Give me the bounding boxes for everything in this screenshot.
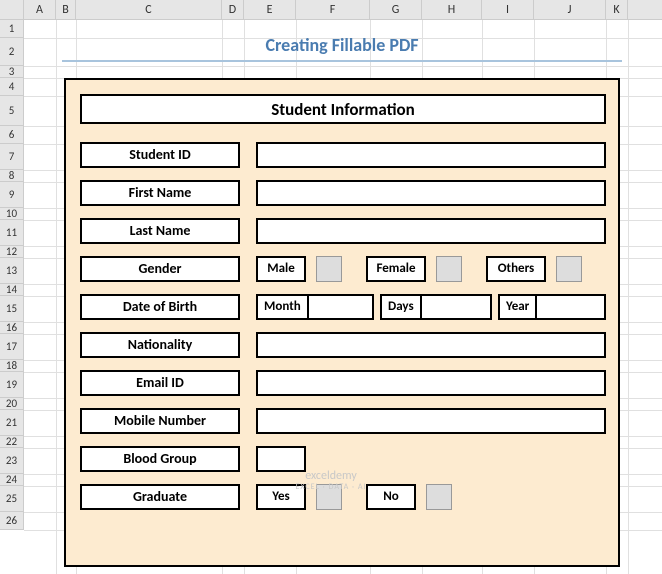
label-email: Email ID [80, 370, 240, 396]
label-graduate: Graduate [80, 484, 240, 510]
row-header-7[interactable]: 7 [0, 144, 23, 170]
graduate-yes-label: Yes [256, 484, 306, 510]
col-header-i[interactable]: I [482, 0, 534, 19]
row-dob: Date of Birth Month Days Year [80, 294, 606, 320]
row-header-9[interactable]: 9 [0, 182, 23, 208]
row-header-2[interactable]: 2 [0, 38, 23, 66]
row-header-15[interactable]: 15 [0, 296, 23, 322]
row-blood: Blood Group [80, 446, 606, 472]
row-header-13[interactable]: 13 [0, 258, 23, 284]
label-last-name: Last Name [80, 218, 240, 244]
col-header-b[interactable]: B [56, 0, 76, 19]
input-blood[interactable] [256, 446, 306, 472]
section-header: Student Information [80, 94, 606, 124]
label-dob: Date of Birth [80, 294, 240, 320]
row-header-5[interactable]: 5 [0, 96, 23, 126]
row-header-6[interactable]: 6 [0, 126, 23, 144]
gender-others-checkbox[interactable] [556, 256, 582, 282]
row-header-11[interactable]: 11 [0, 220, 23, 246]
form-container: Student Information Student ID First Nam… [64, 78, 620, 567]
column-headers: A B C D E F G H I J K [0, 0, 662, 20]
page-title: Creating Fillable PDF [62, 34, 622, 62]
row-last-name: Last Name [80, 218, 606, 244]
gender-male-checkbox[interactable] [316, 256, 342, 282]
row-mobile: Mobile Number [80, 408, 606, 434]
input-student-id[interactable] [256, 142, 606, 168]
row-header-19[interactable]: 19 [0, 372, 23, 398]
graduate-no-label: No [366, 484, 416, 510]
col-header-d[interactable]: D [222, 0, 244, 19]
spreadsheet: A B C D E F G H I J K 123456789101112131… [0, 0, 662, 574]
input-email[interactable] [256, 370, 606, 396]
col-header-h[interactable]: H [422, 0, 482, 19]
col-header-k[interactable]: K [606, 0, 628, 19]
row-first-name: First Name [80, 180, 606, 206]
dob-month[interactable]: Month [256, 294, 374, 320]
label-blood: Blood Group [80, 446, 240, 472]
row-header-18[interactable]: 18 [0, 360, 23, 372]
row-headers: 1234567891011121314151617181920212223242… [0, 20, 24, 530]
row-header-25[interactable]: 25 [0, 486, 23, 512]
col-header-e[interactable]: E [244, 0, 296, 19]
gender-female-checkbox[interactable] [436, 256, 462, 282]
dob-days[interactable]: Days [380, 294, 492, 320]
label-gender: Gender [80, 256, 240, 282]
row-header-14[interactable]: 14 [0, 284, 23, 296]
label-nationality: Nationality [80, 332, 240, 358]
row-gender: Gender Male Female Others [80, 256, 606, 282]
graduate-yes-checkbox[interactable] [316, 484, 342, 510]
graduate-no-checkbox[interactable] [426, 484, 452, 510]
input-first-name[interactable] [256, 180, 606, 206]
row-email: Email ID [80, 370, 606, 396]
dob-year[interactable]: Year [498, 294, 606, 320]
col-header-f[interactable]: F [296, 0, 370, 19]
row-header-26[interactable]: 26 [0, 512, 23, 530]
grid-area[interactable]: Creating Fillable PDF Student Informatio… [24, 20, 662, 574]
row-header-23[interactable]: 23 [0, 448, 23, 474]
col-header-a[interactable]: A [24, 0, 56, 19]
label-first-name: First Name [80, 180, 240, 206]
label-mobile: Mobile Number [80, 408, 240, 434]
row-header-24[interactable]: 24 [0, 474, 23, 486]
row-header-3[interactable]: 3 [0, 66, 23, 78]
row-header-20[interactable]: 20 [0, 398, 23, 410]
row-nationality: Nationality [80, 332, 606, 358]
gender-male-label: Male [256, 256, 306, 282]
row-graduate: Graduate Yes No [80, 484, 606, 510]
gender-female-label: Female [366, 256, 426, 282]
row-header-10[interactable]: 10 [0, 208, 23, 220]
input-last-name[interactable] [256, 218, 606, 244]
input-nationality[interactable] [256, 332, 606, 358]
gender-others-label: Others [486, 256, 546, 282]
row-header-12[interactable]: 12 [0, 246, 23, 258]
col-header-g[interactable]: G [370, 0, 422, 19]
col-header-c[interactable]: C [76, 0, 222, 19]
row-header-22[interactable]: 22 [0, 436, 23, 448]
row-header-1[interactable]: 1 [0, 20, 23, 38]
label-student-id: Student ID [80, 142, 240, 168]
input-mobile[interactable] [256, 408, 606, 434]
select-all-corner[interactable] [0, 0, 24, 19]
row-header-8[interactable]: 8 [0, 170, 23, 182]
row-header-17[interactable]: 17 [0, 334, 23, 360]
row-student-id: Student ID [80, 142, 606, 168]
row-header-16[interactable]: 16 [0, 322, 23, 334]
row-header-21[interactable]: 21 [0, 410, 23, 436]
row-header-4[interactable]: 4 [0, 78, 23, 96]
col-header-j[interactable]: J [534, 0, 606, 19]
